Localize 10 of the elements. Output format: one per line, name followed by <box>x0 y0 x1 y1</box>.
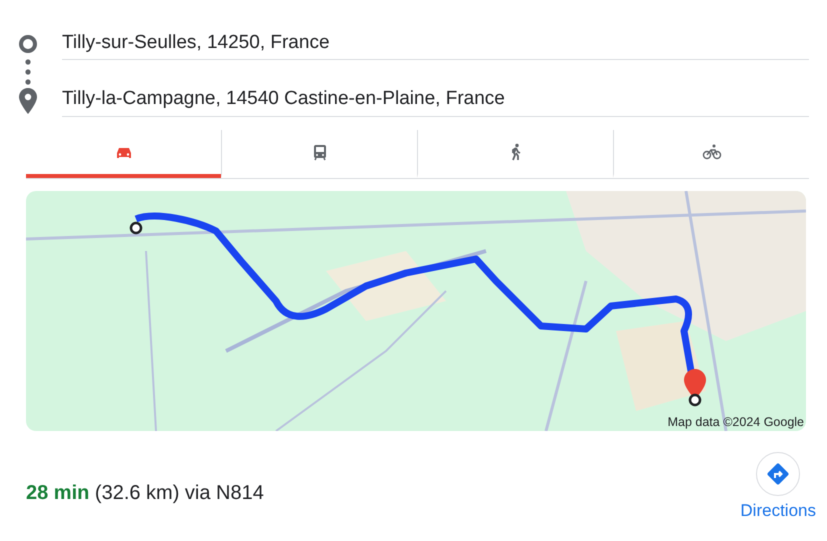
pin-icon <box>19 88 37 114</box>
dots-icon <box>25 59 31 85</box>
map-attribution: Map data ©2024 Google <box>668 416 804 428</box>
directions-link[interactable]: Directions <box>740 498 816 524</box>
origin-circle-icon <box>18 34 38 54</box>
origin-field[interactable]: Tilly-sur-Seulles, 14250, France <box>62 28 809 60</box>
directions-icon-button[interactable] <box>756 452 800 496</box>
bicycle-icon <box>702 142 722 162</box>
route-summary: 28 min (32.6 km) via N814 <box>26 481 265 506</box>
destination-field[interactable]: Tilly-la-Campagne, 14540 Castine-en-Plaine, France <box>62 84 809 117</box>
